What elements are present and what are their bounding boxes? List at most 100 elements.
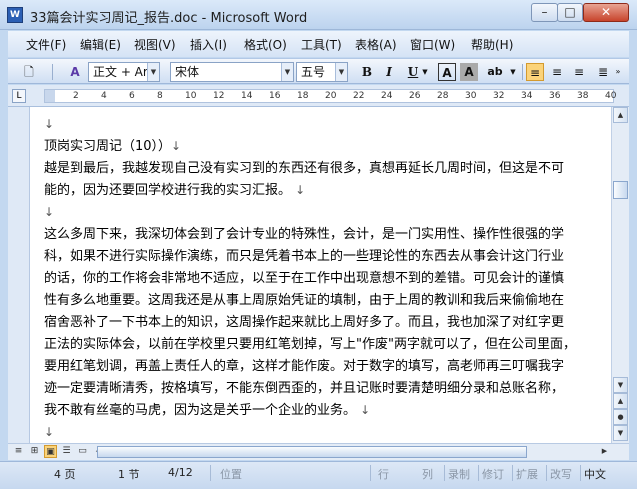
document-line: 宿舍恶补了一下书本上的知识，这周操作起来就比上周好多了。而且，我也加深了对红字更 — [44, 311, 604, 333]
menu-format[interactable]: 格式(O) — [244, 36, 287, 53]
line-text: 宿舍恶补了一下书本上的知识，这周操作起来就比上周好多了。而且，我也加深了对红字更 — [44, 315, 565, 330]
ruler-tick-label: 14 — [241, 91, 253, 101]
align-right-icon[interactable]: ≡ — [570, 63, 588, 81]
font-size-value: 五号 — [301, 65, 326, 79]
horizontal-scrollbar[interactable]: ≡ ⊞ ▣ ☰ ▭ ◀ ▶ — [8, 443, 629, 460]
line-text: 正法的实际体会，以前在学校里只要用红笔划掉，写上"作废"两字就可以了，但在公司里… — [44, 337, 576, 352]
status-separator — [546, 465, 547, 481]
justify-icon[interactable]: ≣ — [594, 63, 612, 81]
document-line: ↓ — [44, 113, 604, 135]
document-line: ↓ — [44, 421, 604, 443]
menu-edit[interactable]: 编辑(E) — [80, 36, 121, 53]
status-separator — [444, 465, 445, 481]
next-page-icon[interactable]: ▼ — [613, 425, 628, 441]
line-text: 我不敢有丝毫的马虎，因为这是关乎一个企业的业务。 — [44, 403, 361, 418]
document-line: 我不敢有丝毫的马虎，因为这是关乎一个企业的业务。 ↓ — [44, 399, 604, 421]
paragraph-mark-icon: ↓ — [295, 183, 306, 197]
status-column: 列 — [422, 468, 433, 481]
close-button[interactable]: ✕ — [583, 3, 629, 22]
vertical-scroll-thumb[interactable] — [613, 181, 628, 199]
scroll-up-icon[interactable]: ▲ — [613, 107, 628, 123]
maximize-button[interactable]: □ — [557, 3, 583, 22]
status-row: 行 — [378, 468, 389, 481]
menu-table[interactable]: 表格(A) — [355, 36, 397, 53]
status-separator — [580, 465, 581, 481]
new-document-icon[interactable]: 🗋 — [20, 63, 38, 81]
chevron-down-icon[interactable]: ▼ — [420, 63, 430, 81]
menu-help[interactable]: 帮助(H) — [471, 36, 513, 53]
menu-window[interactable]: 窗口(W) — [410, 36, 455, 53]
document-line: 科，如果不进行实际操作演练，而只是凭着书本上的一些理论性的东西去从事会计这门行业 — [44, 245, 604, 267]
ruler-tick-label: 36 — [549, 91, 561, 101]
document-line: 的话，你的工作将会非常地不适应，以至于在工作中出现意想不到的差错。可见会计的谨慎 — [44, 267, 604, 289]
font-dropdown[interactable]: 宋体 ▼ — [170, 62, 294, 82]
select-browse-object-icon[interactable]: ● — [613, 409, 628, 425]
ruler-tick-label: 32 — [493, 91, 505, 101]
status-page-of: 4/12 — [168, 466, 193, 479]
status-track-changes[interactable]: 修订 — [482, 466, 504, 482]
styles-pane-icon[interactable]: A — [66, 63, 84, 81]
ruler-tick-label: 24 — [381, 91, 393, 101]
document-line: 这么多周下来，我深切体会到了会计专业的特殊性，会计，是一门实用性、操作性很强的学 — [44, 223, 604, 245]
ruler-tick-label: 8 — [157, 91, 163, 101]
line-text: 的话，你的工作将会非常地不适应，以至于在工作中出现意想不到的差错。可见会计的谨慎 — [44, 271, 565, 286]
status-separator — [210, 465, 211, 481]
paragraph-mark-icon: ↓ — [44, 425, 55, 439]
character-shading-button[interactable]: A — [460, 63, 478, 81]
word-app-icon[interactable]: W — [7, 7, 23, 23]
menu-tools[interactable]: 工具(T) — [301, 36, 342, 53]
ruler-tick-label: 4 — [101, 91, 107, 101]
chevron-down-icon: ▼ — [281, 63, 293, 81]
horizontal-ruler[interactable]: 2 4 6 8 10 12 14 16 18 20 22 24 26 28 30 32 34 36 38 40 — [44, 89, 617, 103]
status-overtype[interactable]: 改写 — [550, 466, 572, 482]
menu-file[interactable]: 文件(F) — [26, 36, 66, 53]
reading-view-icon[interactable]: ▭ — [76, 445, 89, 458]
highlight-button[interactable]: ab — [482, 63, 508, 81]
italic-button[interactable]: I — [380, 63, 398, 81]
status-separator — [370, 465, 371, 481]
minimize-button[interactable]: – — [531, 3, 558, 22]
web-view-icon[interactable]: ⊞ — [28, 445, 41, 458]
outline-view-icon[interactable]: ☰ — [60, 445, 73, 458]
status-extend[interactable]: 扩展 — [516, 466, 538, 482]
vertical-scrollbar[interactable]: ▲ ▼ ▲ ● ▼ — [611, 107, 629, 443]
line-text: 越是到最后，我越发现自己没有实习到的东西还有很多，真想再延长几周时间，但这是不可 — [44, 161, 565, 176]
align-center-icon[interactable]: ≡ — [548, 63, 566, 81]
document-page[interactable]: ↓ 顶岗实习周记（10））↓ 越是到最后，我越发现自己没有实习到的东西还有很多，真想… — [30, 107, 611, 443]
document-line: 越是到最后，我越发现自己没有实习到的东西还有很多，真想再延长几周时间，但这是不可 — [44, 157, 604, 179]
bold-button[interactable]: B — [358, 63, 376, 81]
indent-marker[interactable] — [45, 90, 55, 102]
formatting-toolbar: 🗋 A 正文 + Aria ▼ 宋体 ▼ 五号 ▼ B I U ▼ A A ab… — [8, 58, 629, 84]
font-size-dropdown[interactable]: 五号 ▼ — [296, 62, 348, 82]
chevron-down-icon: ▼ — [335, 63, 347, 81]
document-line: 迹一定要清晰清秀，按格填写，不能东倒西歪的，并且记账时要清楚明细分录和总账名称， — [44, 377, 604, 399]
toolbar-separator — [52, 64, 53, 80]
paragraph-mark-icon: ↓ — [44, 117, 55, 131]
document-line: 性有多么地重要。这周我还是从事上周原始凭证的填制，由于上周的教训和我后来偷偷地在 — [44, 289, 604, 311]
style-dropdown[interactable]: 正文 + Aria ▼ — [88, 62, 160, 82]
ruler-tick-label: 16 — [269, 91, 281, 101]
scroll-down-icon[interactable]: ▼ — [613, 377, 628, 393]
tab-stop-selector[interactable]: L — [12, 89, 26, 103]
print-layout-icon[interactable]: ▣ — [44, 445, 57, 458]
previous-page-icon[interactable]: ▲ — [613, 393, 628, 409]
menu-view[interactable]: 视图(V) — [134, 36, 176, 53]
line-text: 这么多周下来，我深切体会到了会计专业的特殊性，会计，是一门实用性、操作性很强的学 — [44, 227, 565, 242]
toolbar-options-icon[interactable]: » — [612, 63, 624, 81]
normal-view-icon[interactable]: ≡ — [12, 445, 25, 458]
line-text: 要用红笔划调，再盖上责任人的章，这样才能作废。对于数字的填写，高老师再三叮嘱我字 — [44, 359, 565, 374]
status-record[interactable]: 录制 — [448, 466, 470, 482]
chevron-down-icon[interactable]: ▼ — [508, 63, 518, 81]
align-left-icon[interactable]: ≡ — [526, 63, 544, 81]
status-position: 位置 — [220, 468, 242, 481]
line-text: 能的，因为还要回学校进行我的实习汇报。 — [44, 183, 296, 198]
ruler-tick-label: 38 — [577, 91, 589, 101]
ruler-tick-label: 40 — [605, 91, 617, 101]
horizontal-scroll-thumb[interactable] — [97, 446, 527, 458]
menu-insert[interactable]: 插入(I) — [190, 36, 227, 53]
scroll-right-icon[interactable]: ▶ — [598, 445, 611, 458]
character-border-button[interactable]: A — [438, 63, 456, 81]
menu-bar: 文件(F) 编辑(E) 视图(V) 插入(I) 格式(O) 工具(T) 表格(A… — [8, 31, 629, 57]
font-value: 宋体 — [175, 65, 200, 79]
status-page: 4 页 — [54, 468, 76, 481]
